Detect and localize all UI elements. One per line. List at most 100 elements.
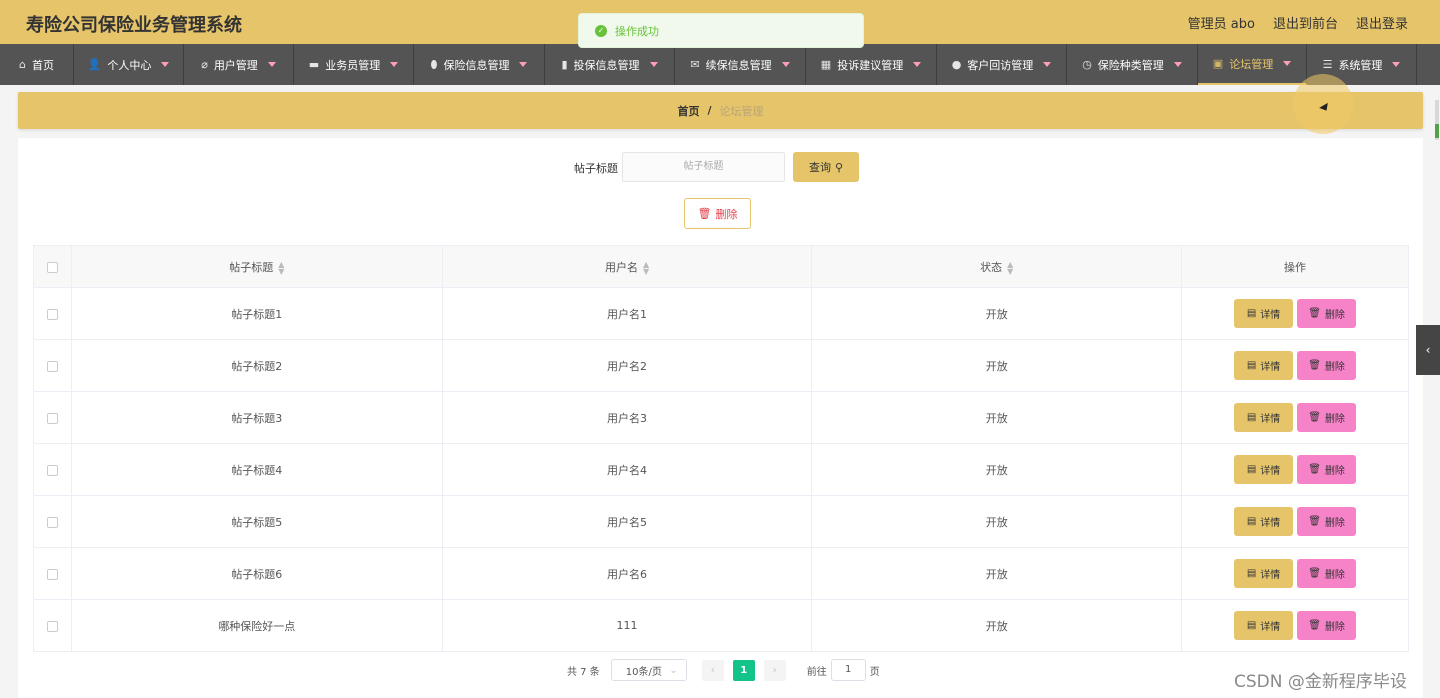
chevron-down-icon: [649, 62, 658, 67]
nav-item-0[interactable]: ⌂ 首页: [0, 44, 74, 85]
chevron-down-icon: [519, 62, 528, 67]
delete-button[interactable]: 🗑 删除: [1297, 559, 1357, 588]
column-header-user[interactable]: 用户名 ▲ ▼: [442, 245, 813, 288]
next-page-button[interactable]: ›: [763, 659, 786, 681]
logout-link[interactable]: 退出登录: [1356, 13, 1408, 32]
delete-button[interactable]: 🗑 删除: [1297, 611, 1357, 640]
breadcrumb-current: 论坛管理: [719, 104, 764, 118]
breadcrumb-home[interactable]: 首页: [677, 103, 699, 119]
user-icon: 👤: [87, 58, 102, 71]
cell-status: 开放: [811, 599, 1183, 652]
nav-item-7[interactable]: ▦ 投诉建议管理: [806, 44, 937, 85]
detail-button[interactable]: ▤ 详情: [1234, 299, 1294, 328]
chevron-down-icon: [913, 62, 922, 67]
chevron-down-icon: [1043, 62, 1052, 67]
trash-icon: 🗑: [1308, 620, 1321, 631]
success-toast: ✓ 操作成功: [578, 13, 864, 48]
column-header-status[interactable]: 状态 ▲ ▼: [811, 245, 1183, 288]
detail-button[interactable]: ▤ 详情: [1234, 403, 1294, 432]
search-button[interactable]: 查询 ⚲: [793, 152, 859, 182]
side-collapse-tab[interactable]: ‹: [1416, 325, 1440, 375]
batch-delete-button[interactable]: 🗑 删除: [684, 198, 751, 229]
nav-item-label: 续保信息管理: [705, 58, 772, 72]
row-checkbox[interactable]: [46, 516, 58, 528]
sort-icon[interactable]: ▲ ▼: [643, 260, 649, 275]
nav-item-label: 首页: [31, 58, 54, 72]
microphone-icon: ⬮: [430, 57, 438, 71]
chevron-down-icon: [1173, 62, 1182, 67]
cell-title: 帖子标题3: [71, 391, 443, 444]
nav-item-label: 论坛管理: [1229, 57, 1274, 71]
nav-item-5[interactable]: ▮ 投保信息管理: [545, 44, 675, 85]
nav-item-label: 保险信息管理: [443, 58, 510, 72]
delete-label: 删除: [1324, 622, 1345, 633]
nav-item-6[interactable]: ✉ 续保信息管理: [675, 44, 806, 85]
search-input[interactable]: 帖子标题: [622, 152, 785, 182]
chevron-left-icon: ‹: [1425, 343, 1431, 357]
nav-item-2[interactable]: ⌀ 用户管理: [184, 44, 294, 85]
nav-item-8[interactable]: ● 客户回访管理: [937, 44, 1067, 85]
header-links: 管理员 abo 退出到前台 退出登录: [1188, 13, 1408, 32]
cell-user: 用户名4: [442, 443, 813, 496]
delete-button[interactable]: 🗑 删除: [1297, 299, 1357, 328]
detail-label: 详情: [1260, 570, 1281, 581]
cell-user: 用户名5: [442, 495, 813, 548]
delete-button[interactable]: 🗑 删除: [1297, 351, 1357, 380]
delete-button[interactable]: 🗑 删除: [1297, 455, 1357, 484]
nav-item-4[interactable]: ⬮ 保险信息管理: [414, 44, 545, 85]
forum-table: 帖子标题 ▲ ▼ 用户名 ▲ ▼ 状态 ▲ ▼ 操作 帖子标题1 用户名1 开放 ▤ 详情 🗑 删除 帖子…: [33, 245, 1409, 652]
trash-icon: 🗑: [1308, 568, 1321, 579]
row-check-cell: [33, 287, 72, 340]
nav-item-3[interactable]: ▬ 业务员管理: [294, 44, 414, 85]
detail-button[interactable]: ▤ 详情: [1234, 559, 1294, 588]
scrollbar[interactable]: [1435, 100, 1439, 140]
cell-status: 开放: [811, 391, 1183, 444]
app-title: 寿险公司保险业务管理系统: [26, 15, 242, 36]
delete-button[interactable]: 🗑 删除: [1297, 507, 1357, 536]
cell-title: 帖子标题4: [71, 443, 443, 496]
row-checkbox[interactable]: [46, 620, 58, 632]
page-size-value: 10条/页: [625, 666, 662, 678]
check-circle-icon: ✓: [595, 24, 607, 37]
goto-suffix: 页: [869, 666, 880, 678]
column-header-title[interactable]: 帖子标题 ▲ ▼: [71, 245, 443, 288]
detail-button[interactable]: ▤ 详情: [1234, 455, 1294, 484]
nav-item-9[interactable]: ◷ 保险种类管理: [1067, 44, 1198, 85]
document-icon: ▤: [1246, 412, 1257, 423]
delete-label: 删除: [1324, 310, 1345, 321]
page-number-current[interactable]: 1: [732, 659, 755, 681]
cursor-highlight: [1293, 74, 1353, 134]
row-checkbox[interactable]: [46, 308, 58, 320]
document-icon: ▤: [1246, 620, 1257, 631]
nav-item-1[interactable]: 👤 个人中心: [74, 44, 184, 85]
admin-user-link[interactable]: 管理员 abo: [1188, 13, 1255, 32]
page-size-select[interactable]: 10条/页 ⌄: [610, 659, 687, 681]
document-icon: ▤: [1246, 308, 1257, 319]
nav-item-10[interactable]: ▣ 论坛管理: [1198, 44, 1307, 85]
back-to-frontend-link[interactable]: 退出到前台: [1273, 13, 1338, 32]
briefcase-icon: ▬: [308, 58, 320, 71]
detail-button[interactable]: ▤ 详情: [1234, 351, 1294, 380]
detail-button[interactable]: ▤ 详情: [1234, 507, 1294, 536]
sort-icon[interactable]: ▲ ▼: [278, 260, 284, 275]
row-checkbox[interactable]: [46, 568, 58, 580]
cell-status: 开放: [811, 547, 1183, 600]
detail-button[interactable]: ▤ 详情: [1234, 611, 1294, 640]
cell-title: 哪种保险好一点: [71, 599, 443, 652]
detail-label: 详情: [1260, 310, 1281, 321]
detail-label: 详情: [1260, 414, 1281, 425]
cell-ops: ▤ 详情 🗑 删除: [1181, 391, 1409, 444]
nav-item-label: 系统管理: [1338, 58, 1383, 72]
sort-icon[interactable]: ▲ ▼: [1007, 260, 1013, 275]
prev-page-button[interactable]: ‹: [701, 659, 724, 681]
ticket-icon: ✉: [690, 58, 700, 71]
delete-button[interactable]: 🗑 删除: [1297, 403, 1357, 432]
cell-title: 帖子标题5: [71, 495, 443, 548]
bar-chart-icon: ▮: [561, 58, 568, 71]
row-checkbox[interactable]: [46, 464, 58, 476]
row-checkbox[interactable]: [46, 360, 58, 372]
chevron-down-icon: [390, 62, 399, 67]
row-checkbox[interactable]: [46, 412, 58, 424]
goto-page-input[interactable]: 1: [830, 659, 866, 681]
select-all-checkbox[interactable]: [46, 261, 58, 273]
